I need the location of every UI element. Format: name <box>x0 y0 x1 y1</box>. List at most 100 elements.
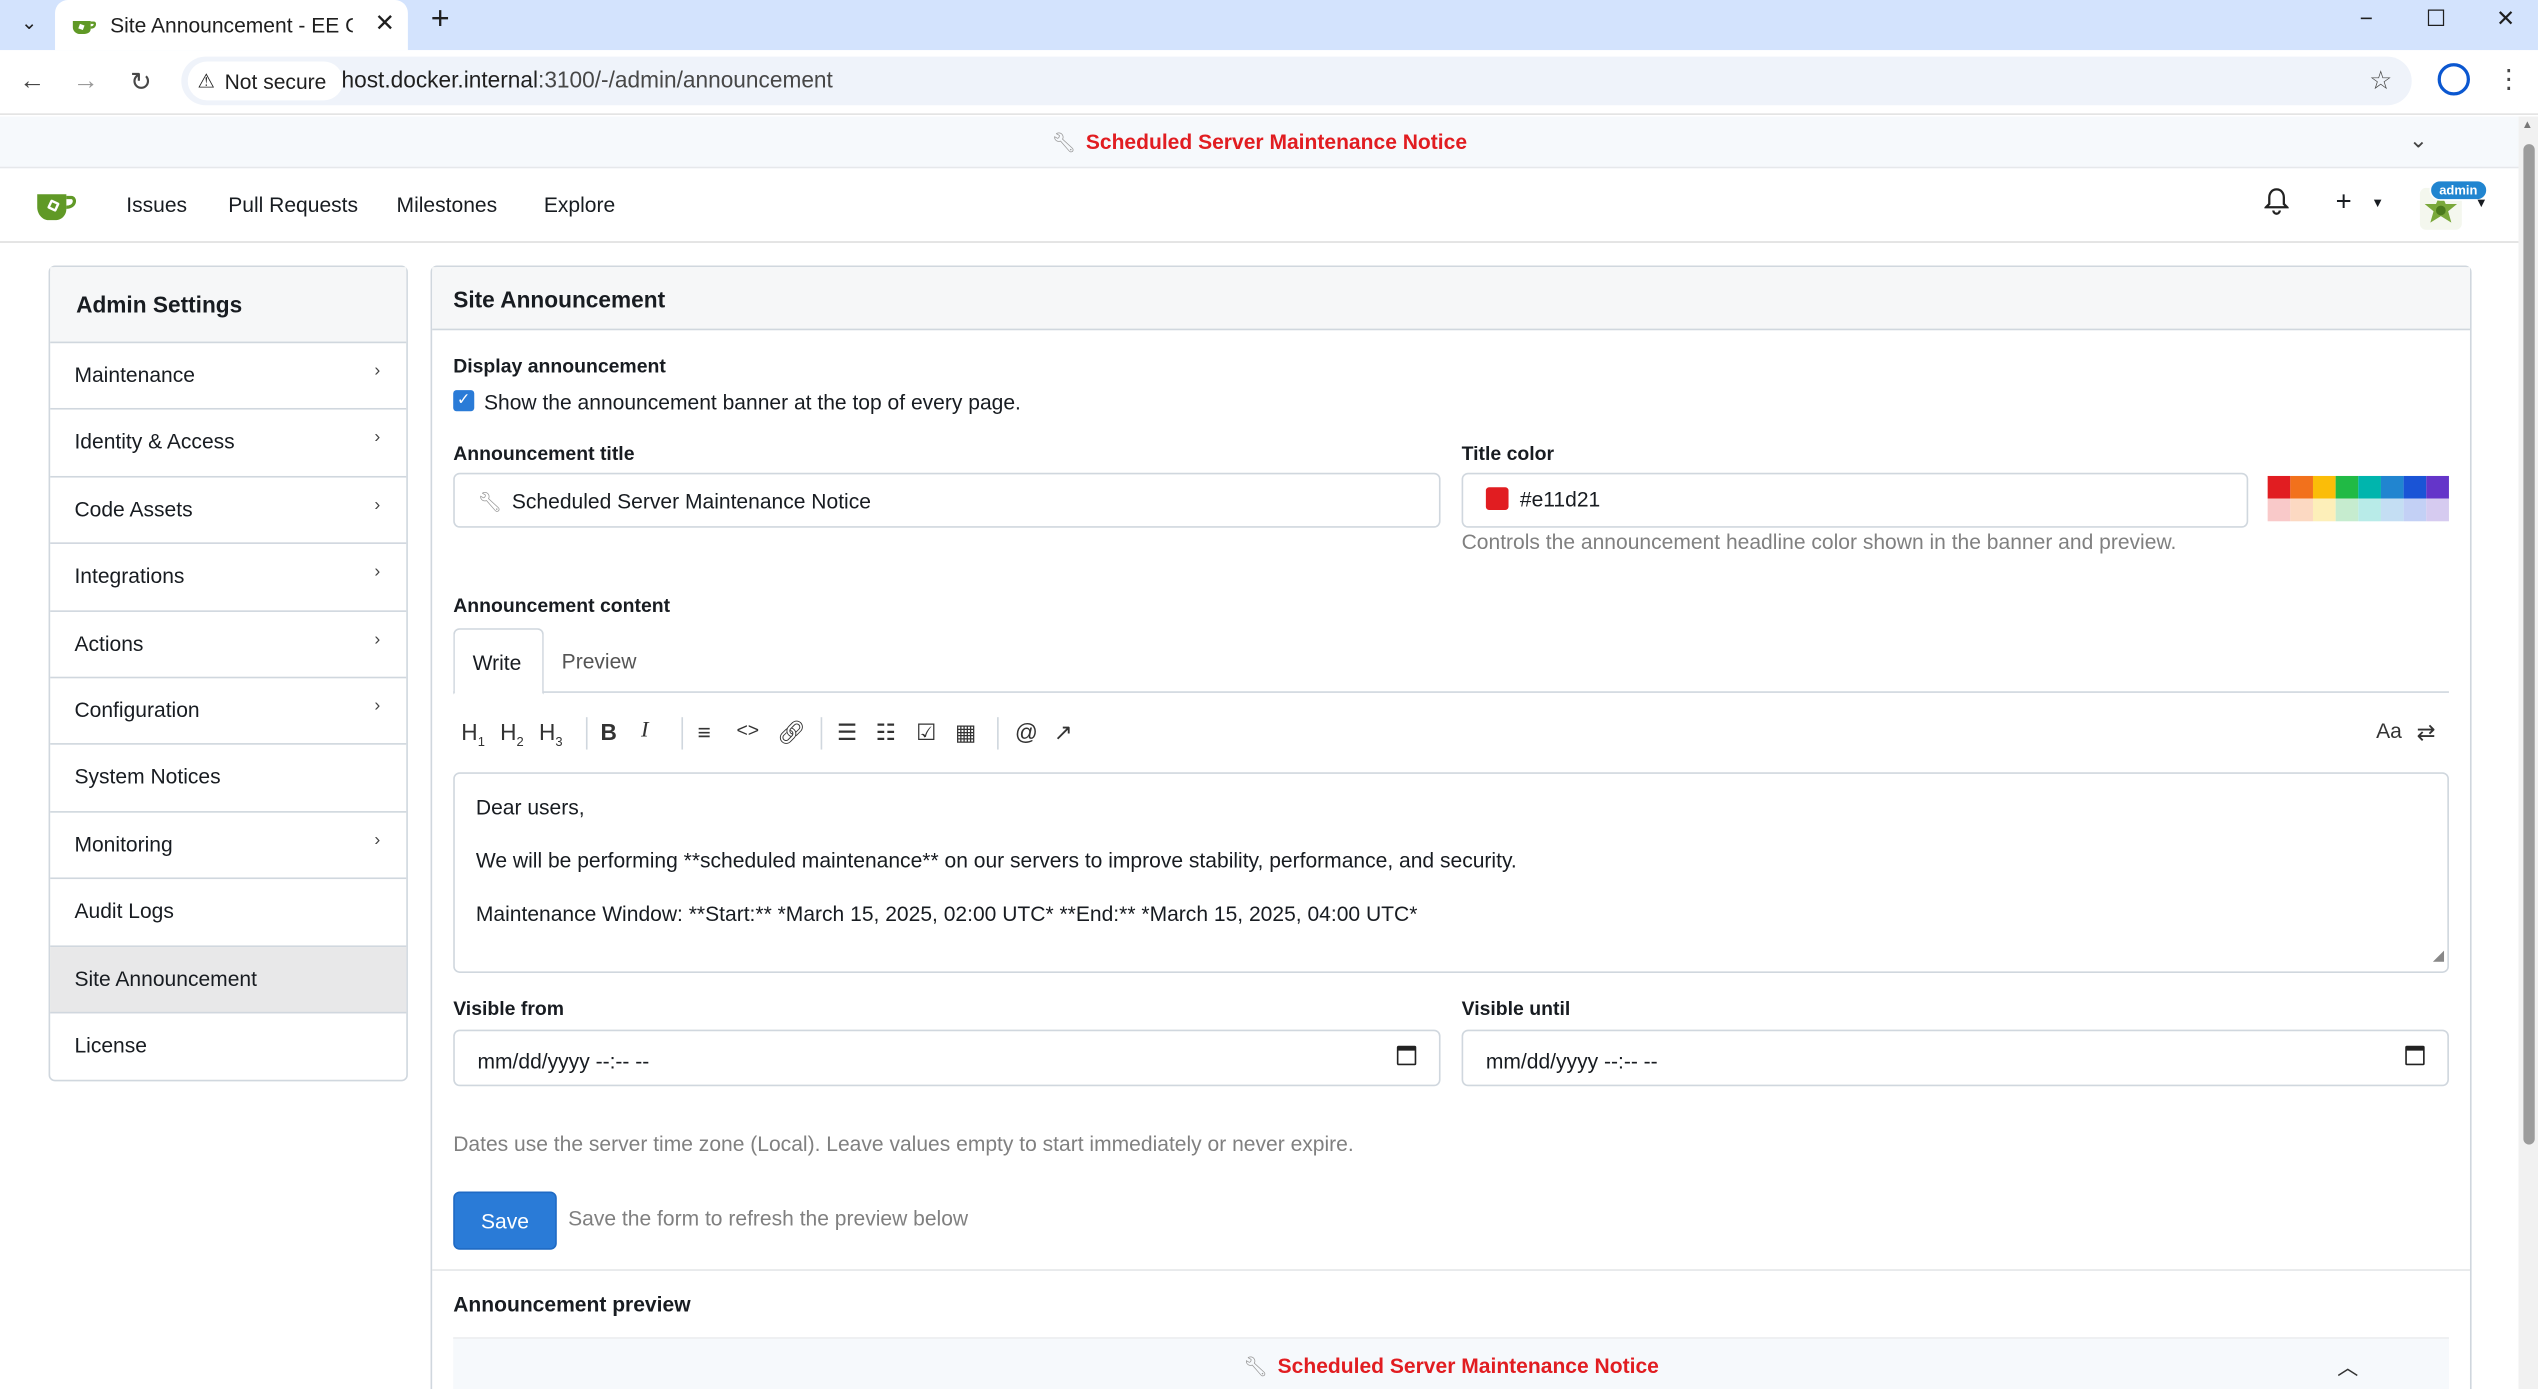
sidebar-item-monitoring[interactable]: Monitoring › <box>50 812 407 880</box>
visible-until-input[interactable]: mm/dd/yyyy --:-- -- <box>1461 1029 2449 1087</box>
bullet-list-icon[interactable]: ☰ <box>837 719 857 747</box>
forward-icon[interactable]: → <box>65 62 107 104</box>
admin-sidebar: Admin Settings Maintenance › Identity & A… <box>48 265 408 1082</box>
mention-icon[interactable]: @ <box>1015 719 1038 745</box>
color-input-value: #e11d21 <box>1519 487 1601 512</box>
palette-color-swatch[interactable] <box>2426 498 2449 522</box>
title-color-input[interactable]: #e11d21 <box>1461 472 2249 528</box>
numbered-list-icon[interactable]: ☷ <box>876 719 896 747</box>
gitea-logo-icon[interactable] <box>36 188 78 224</box>
sidebar-item-maintenance[interactable]: Maintenance › <box>50 343 407 411</box>
announcement-content-label: Announcement content <box>453 594 671 617</box>
tab-write[interactable]: Write <box>453 628 544 695</box>
italic-icon[interactable]: I <box>641 719 649 745</box>
palette-color-swatch[interactable] <box>2312 475 2336 499</box>
palette-color-swatch[interactable] <box>2403 475 2427 499</box>
palette-color-swatch[interactable] <box>2380 475 2404 499</box>
palette-color-swatch[interactable] <box>2426 475 2449 499</box>
cross-reference-icon[interactable]: ↗ <box>1054 719 1073 747</box>
create-caret-icon[interactable]: ▼ <box>2371 196 2384 211</box>
resize-handle-icon[interactable]: ◢ <box>2433 942 2444 968</box>
avatar-caret-icon[interactable]: ▼ <box>2475 196 2488 211</box>
link-icon[interactable]: 🔗︎ <box>777 719 806 747</box>
switch-editor-icon[interactable]: ⇄ <box>2417 719 2436 747</box>
announcement-title-input[interactable]: 🔧︎ Scheduled Server Maintenance Notice <box>453 472 1441 528</box>
nav-issues[interactable]: Issues <box>126 193 187 217</box>
nav-pull-requests[interactable]: Pull Requests <box>228 193 358 217</box>
palette-color-swatch[interactable] <box>2335 475 2359 499</box>
tab-list-chevron-icon[interactable]: ⌄ <box>10 3 49 42</box>
browser-tabstrip: ⌄ Site Announcement - EE Gitea ✕ + − ☐ ✕ <box>0 0 2538 51</box>
heading3-icon[interactable]: H3 <box>539 719 563 749</box>
content-line: Maintenance Window: **Start:** *March 15… <box>475 901 1418 927</box>
sidebar-item-site-announcement[interactable]: Site Announcement <box>50 946 407 1014</box>
back-icon[interactable]: ← <box>11 62 53 104</box>
calendar-icon[interactable] <box>2405 1045 2425 1066</box>
sidebar-item-configuration[interactable]: Configuration › <box>50 678 407 746</box>
sidebar-item-license[interactable]: License <box>50 1013 406 1080</box>
palette-color-swatch[interactable] <box>2358 475 2381 499</box>
sidebar-item-actions[interactable]: Actions › <box>50 611 407 679</box>
banner-title-row: 🔧︎ Scheduled Server Maintenance Notice <box>0 130 2519 154</box>
color-palette[interactable] <box>2267 475 2449 523</box>
sidebar-item-integrations[interactable]: Integrations › <box>50 544 407 612</box>
heading2-icon[interactable]: H2 <box>500 719 524 749</box>
create-new-plus-icon[interactable]: + <box>2336 186 2352 218</box>
address-bar[interactable]: ⚠ Not secure host.docker.internal:3100/-… <box>181 56 2412 106</box>
sidebar-item-code-assets[interactable]: Code Assets › <box>50 477 407 545</box>
minimize-icon[interactable]: − <box>2331 0 2402 36</box>
code-icon[interactable]: <> <box>736 719 759 742</box>
palette-color-swatch[interactable] <box>2290 498 2313 522</box>
browser-tab[interactable]: Site Announcement - EE Gitea ✕ <box>55 0 408 51</box>
visible-from-input[interactable]: mm/dd/yyyy --:-- -- <box>453 1029 1441 1087</box>
palette-color-swatch[interactable] <box>2380 498 2404 522</box>
sidebar-item-identity-access[interactable]: Identity & Access › <box>50 410 407 478</box>
content-textarea[interactable]: Dear users, We will be performing **sche… <box>453 772 2449 973</box>
palette-color-swatch[interactable] <box>2312 498 2336 522</box>
display-announcement-label: Display announcement <box>453 354 666 378</box>
site-info-chip[interactable]: ⚠ Not secure <box>187 61 343 101</box>
palette-color-swatch[interactable] <box>2267 498 2291 522</box>
bookmark-star-icon[interactable]: ☆ <box>2369 65 2392 97</box>
sidebar-item-label: License <box>74 1032 147 1057</box>
quote-icon[interactable]: ≡ <box>698 719 711 745</box>
tab-preview[interactable]: Preview <box>562 649 637 673</box>
task-list-icon[interactable]: ☑ <box>916 719 936 747</box>
nav-explore[interactable]: Explore <box>544 193 615 217</box>
heading1-icon[interactable]: H1 <box>461 719 485 749</box>
profile-icon[interactable] <box>2437 63 2470 96</box>
maximize-icon[interactable]: ☐ <box>2400 0 2471 36</box>
scroll-up-arrow-icon[interactable]: ▲ <box>2522 120 2533 131</box>
announcement-preview-banner: 🔧︎ Scheduled Server Maintenance Notice ︿ <box>453 1337 2449 1389</box>
bold-icon[interactable]: B <box>601 719 617 745</box>
nav-milestones[interactable]: Milestones <box>397 193 498 217</box>
calendar-icon[interactable] <box>1396 1045 1417 1066</box>
palette-color-swatch[interactable] <box>2358 498 2381 522</box>
new-tab-button[interactable]: + <box>424 0 456 39</box>
preview-collapse-chevron-icon[interactable]: ︿ <box>2337 1350 2358 1381</box>
sidebar-item-label: Audit Logs <box>74 898 174 923</box>
browser-menu-icon[interactable]: ⋮ <box>2496 63 2522 95</box>
url-text[interactable]: host.docker.internal:3100/-/admin/announ… <box>342 66 833 92</box>
palette-color-swatch[interactable] <box>2267 475 2291 499</box>
font-toggle-icon[interactable]: Aa <box>2376 719 2402 743</box>
tab-close-icon[interactable]: ✕ <box>375 8 395 38</box>
palette-color-swatch[interactable] <box>2335 498 2359 522</box>
sidebar-item-system-notices[interactable]: System Notices <box>50 745 407 813</box>
display-checkbox-text[interactable]: Show the announcement banner at the top … <box>484 390 1021 414</box>
sidebar-item-audit-logs[interactable]: Audit Logs <box>50 879 407 947</box>
display-announcement-checkbox[interactable]: ✓ <box>453 390 475 412</box>
toolbar-divider <box>820 717 823 750</box>
date-help-text: Dates use the server time zone (Local). … <box>453 1131 1354 1156</box>
save-button[interactable]: Save <box>453 1191 557 1250</box>
reload-icon[interactable]: ↻ <box>120 62 162 104</box>
announcement-preview-label: Announcement preview <box>453 1291 691 1317</box>
color-swatch[interactable] <box>1485 487 1509 510</box>
notifications-bell-icon[interactable] <box>2264 188 2289 216</box>
table-icon[interactable]: ▦ <box>955 719 976 747</box>
scrollbar-thumb[interactable] <box>2523 144 2535 1145</box>
window-close-icon[interactable]: ✕ <box>2470 0 2538 36</box>
palette-color-swatch[interactable] <box>2403 498 2427 522</box>
palette-color-swatch[interactable] <box>2290 475 2313 499</box>
banner-collapse-chevron-icon[interactable]: ⌄ <box>2409 126 2428 154</box>
